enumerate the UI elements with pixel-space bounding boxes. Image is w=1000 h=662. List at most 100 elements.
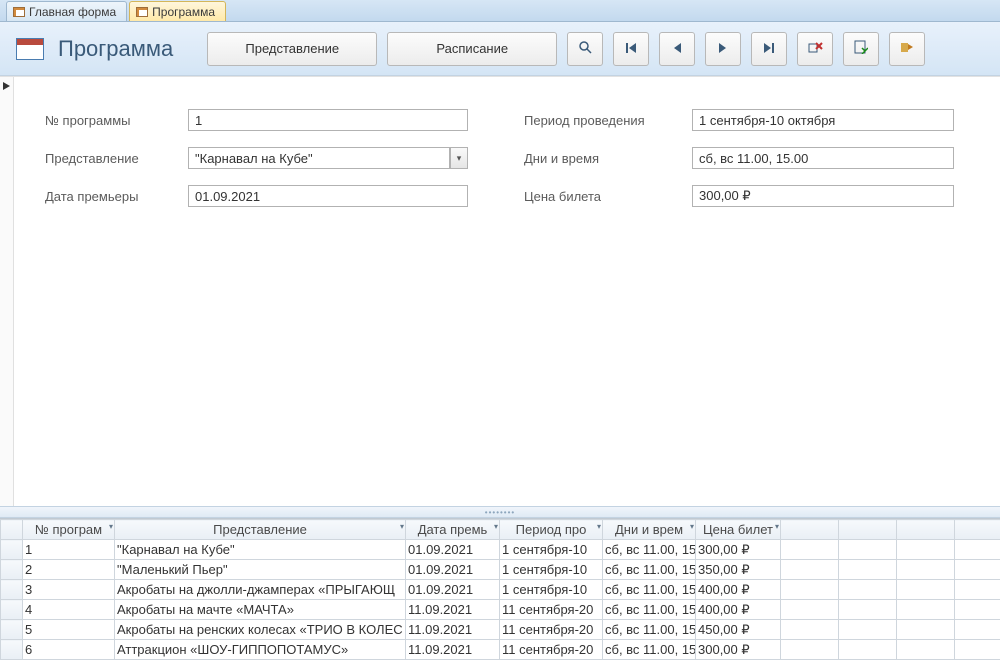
cell-x4[interactable] xyxy=(955,560,1000,580)
next-record-button[interactable] xyxy=(705,32,741,66)
table-row[interactable]: 5Акробаты на ренских колесах «ТРИО В КОЛ… xyxy=(1,620,1000,640)
column-header-show[interactable]: Представление▾ xyxy=(115,520,406,540)
close-form-button[interactable] xyxy=(889,32,925,66)
cell-x2[interactable] xyxy=(839,540,897,560)
cell-x3[interactable] xyxy=(897,600,955,620)
cell-x4[interactable] xyxy=(955,640,1000,660)
cell-x1[interactable] xyxy=(781,640,839,660)
cell-no[interactable]: 6 xyxy=(23,640,115,660)
cell-x4[interactable] xyxy=(955,580,1000,600)
view-button[interactable]: Представление xyxy=(207,32,377,66)
cell-premiere[interactable]: 11.09.2021 xyxy=(406,620,500,640)
cell-x3[interactable] xyxy=(897,580,955,600)
cell-days[interactable]: сб, вс 11.00, 15 xyxy=(603,560,696,580)
row-selector[interactable] xyxy=(1,540,23,560)
cell-x2[interactable] xyxy=(839,600,897,620)
cell-period[interactable]: 11 сентября-20 xyxy=(500,640,603,660)
tab-main-form[interactable]: Главная форма xyxy=(6,1,127,21)
last-record-button[interactable] xyxy=(751,32,787,66)
column-header-x2[interactable] xyxy=(839,520,897,540)
cell-x2[interactable] xyxy=(839,560,897,580)
cell-x4[interactable] xyxy=(955,600,1000,620)
cell-x4[interactable] xyxy=(955,540,1000,560)
cell-x2[interactable] xyxy=(839,580,897,600)
row-selector[interactable] xyxy=(1,640,23,660)
cell-days[interactable]: сб, вс 11.00, 15 xyxy=(603,580,696,600)
tab-programma[interactable]: Программа xyxy=(129,1,226,21)
cell-premiere[interactable]: 11.09.2021 xyxy=(406,640,500,660)
show-dropdown-button[interactable]: ▾ xyxy=(450,147,468,169)
cell-premiere[interactable]: 01.09.2021 xyxy=(406,540,500,560)
table-row[interactable]: 6Аттракцион «ШОУ-ГИППОПОТАМУС»11.09.2021… xyxy=(1,640,1000,660)
column-dropdown-icon[interactable]: ▾ xyxy=(494,522,498,531)
column-header-rowhead[interactable] xyxy=(1,520,23,540)
cell-price[interactable]: 400,00 ₽ xyxy=(696,580,781,600)
cell-price[interactable]: 400,00 ₽ xyxy=(696,600,781,620)
column-header-no[interactable]: № програм▾ xyxy=(23,520,115,540)
column-header-x3[interactable] xyxy=(897,520,955,540)
cell-show[interactable]: "Карнавал на Кубе" xyxy=(115,540,406,560)
cell-period[interactable]: 1 сентября-10 xyxy=(500,560,603,580)
cell-premiere[interactable]: 01.09.2021 xyxy=(406,580,500,600)
cell-x4[interactable] xyxy=(955,620,1000,640)
input-premiere[interactable] xyxy=(188,185,468,207)
cell-price[interactable]: 300,00 ₽ xyxy=(696,540,781,560)
table-row[interactable]: 3Акробаты на джолли-джамперах «ПРЫГАЮЩ01… xyxy=(1,580,1000,600)
row-selector[interactable] xyxy=(1,580,23,600)
cell-price[interactable]: 350,00 ₽ xyxy=(696,560,781,580)
cell-no[interactable]: 4 xyxy=(23,600,115,620)
first-record-button[interactable] xyxy=(613,32,649,66)
cell-x1[interactable] xyxy=(781,580,839,600)
cell-show[interactable]: "Маленький Пьер" xyxy=(115,560,406,580)
column-header-price[interactable]: Цена билет▾ xyxy=(696,520,781,540)
cell-period[interactable]: 11 сентября-20 xyxy=(500,620,603,640)
cell-x1[interactable] xyxy=(781,600,839,620)
cell-premiere[interactable]: 11.09.2021 xyxy=(406,600,500,620)
input-show[interactable] xyxy=(188,147,450,169)
cell-x3[interactable] xyxy=(897,560,955,580)
column-header-days[interactable]: Дни и врем▾ xyxy=(603,520,696,540)
cell-no[interactable]: 3 xyxy=(23,580,115,600)
table-row[interactable]: 4Акробаты на мачте «МАЧТА»11.09.202111 с… xyxy=(1,600,1000,620)
column-header-x4[interactable] xyxy=(955,520,1000,540)
cell-price[interactable]: 450,00 ₽ xyxy=(696,620,781,640)
cell-no[interactable]: 5 xyxy=(23,620,115,640)
cell-show[interactable]: Акробаты на ренских колесах «ТРИО В КОЛЕ… xyxy=(115,620,406,640)
cell-x2[interactable] xyxy=(839,640,897,660)
input-daystimes[interactable] xyxy=(692,147,954,169)
input-period[interactable] xyxy=(692,109,954,131)
cell-period[interactable]: 1 сентября-10 xyxy=(500,540,603,560)
cell-show[interactable]: Акробаты на мачте «МАЧТА» xyxy=(115,600,406,620)
cell-no[interactable]: 1 xyxy=(23,540,115,560)
form-splitter[interactable]: •••••••• xyxy=(0,506,1000,518)
column-header-x1[interactable] xyxy=(781,520,839,540)
column-dropdown-icon[interactable]: ▾ xyxy=(400,522,404,531)
cell-x1[interactable] xyxy=(781,620,839,640)
cell-days[interactable]: сб, вс 11.00, 15 xyxy=(603,540,696,560)
column-header-premiere[interactable]: Дата премь▾ xyxy=(406,520,500,540)
row-selector[interactable] xyxy=(1,600,23,620)
column-header-period[interactable]: Период про▾ xyxy=(500,520,603,540)
search-button[interactable] xyxy=(567,32,603,66)
table-row[interactable]: 2"Маленький Пьер"01.09.20211 сентября-10… xyxy=(1,560,1000,580)
column-dropdown-icon[interactable]: ▾ xyxy=(109,522,113,531)
cell-x1[interactable] xyxy=(781,540,839,560)
cell-x3[interactable] xyxy=(897,540,955,560)
cell-period[interactable]: 1 сентября-10 xyxy=(500,580,603,600)
cell-price[interactable]: 300,00 ₽ xyxy=(696,640,781,660)
table-row[interactable]: 1"Карнавал на Кубе"01.09.20211 сентября-… xyxy=(1,540,1000,560)
cell-days[interactable]: сб, вс 11.00, 15 xyxy=(603,600,696,620)
cell-x3[interactable] xyxy=(897,640,955,660)
schedule-button[interactable]: Расписание xyxy=(387,32,557,66)
cell-x3[interactable] xyxy=(897,620,955,640)
cell-show[interactable]: Акробаты на джолли-джамперах «ПРЫГАЮЩ xyxy=(115,580,406,600)
cell-days[interactable]: сб, вс 11.00, 15 xyxy=(603,640,696,660)
row-selector[interactable] xyxy=(1,620,23,640)
cell-period[interactable]: 11 сентября-20 xyxy=(500,600,603,620)
input-price[interactable] xyxy=(692,185,954,207)
column-dropdown-icon[interactable]: ▾ xyxy=(775,522,779,531)
cell-days[interactable]: сб, вс 11.00, 15 xyxy=(603,620,696,640)
cell-premiere[interactable]: 01.09.2021 xyxy=(406,560,500,580)
cell-x1[interactable] xyxy=(781,560,839,580)
column-dropdown-icon[interactable]: ▾ xyxy=(597,522,601,531)
